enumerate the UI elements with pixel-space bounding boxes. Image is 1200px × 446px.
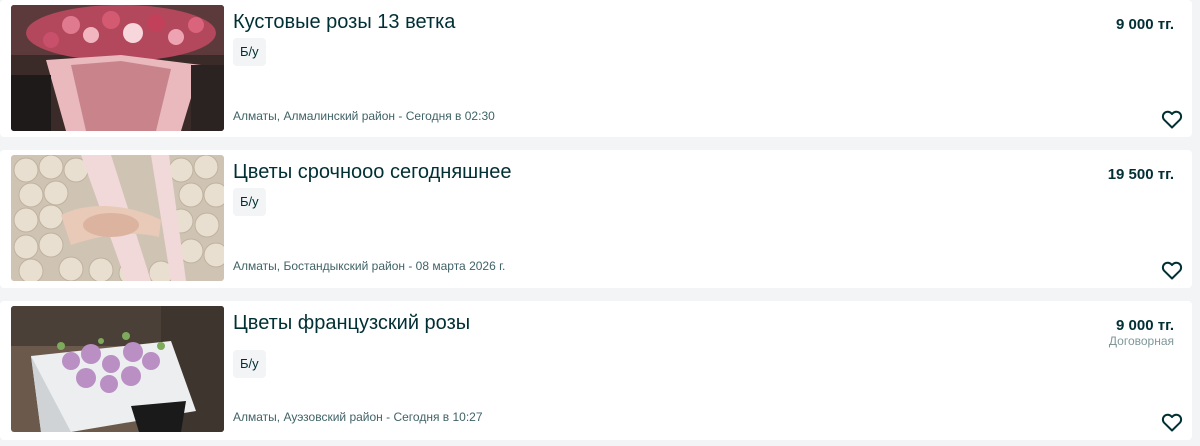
listing-card[interactable]: Кустовые розы 13 ветка Б/у Алматы, Алмал… [0, 0, 1192, 137]
listing-price: 19 500 тг. [1107, 166, 1174, 183]
negotiable-label: Договорная [1108, 334, 1174, 348]
condition-badge: Б/у [233, 350, 266, 378]
listing-photo[interactable] [11, 155, 224, 281]
listing-card[interactable]: Цветы срочнооо сегодняшнее Б/у Алматы, Б… [0, 150, 1192, 288]
heart-outline-icon[interactable] [1160, 107, 1184, 131]
listing-card[interactable]: Цветы французский розы Б/у Алматы, Ауэзо… [0, 301, 1192, 440]
listing-photo[interactable] [11, 5, 224, 131]
heart-outline-icon[interactable] [1160, 258, 1184, 282]
location-date: Алматы, Бостандыкский район - 08 марта 2… [233, 259, 506, 273]
listing-title[interactable]: Цветы французский розы [233, 311, 470, 335]
heart-outline-icon[interactable] [1160, 410, 1184, 434]
condition-badge: Б/у [233, 38, 266, 66]
listing-title[interactable]: Цветы срочнооо сегодняшнее [233, 160, 512, 184]
listing-title[interactable]: Кустовые розы 13 ветка [233, 10, 455, 34]
location-date: Алматы, Ауэзовский район - Сегодня в 10:… [233, 410, 483, 424]
listing-price: 9 000 тг. [1116, 16, 1174, 33]
listing-list: Кустовые розы 13 ветка Б/у Алматы, Алмал… [0, 0, 1200, 446]
listing-photo[interactable] [11, 306, 224, 432]
location-date: Алматы, Алмалинский район - Сегодня в 02… [233, 109, 495, 123]
condition-badge: Б/у [233, 188, 266, 216]
